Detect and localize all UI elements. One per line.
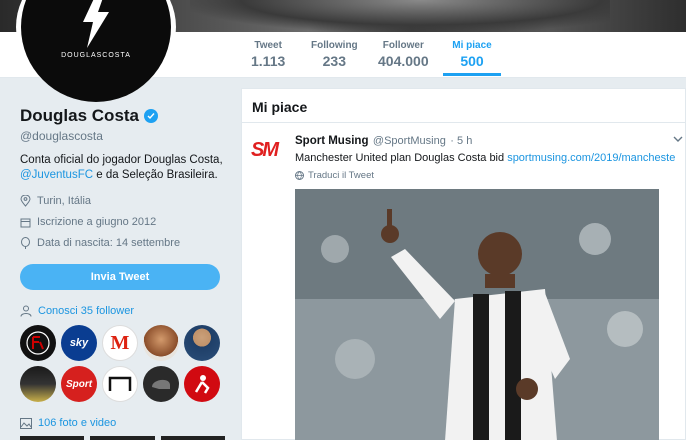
follower-avatar[interactable]: Sport — [61, 366, 97, 402]
bio-text: Conta oficial do jogador Douglas Costa, — [20, 154, 223, 166]
profile-handle[interactable]: @douglascosta — [20, 129, 230, 143]
profile-name[interactable]: Douglas Costa — [20, 106, 139, 126]
stat-tweet[interactable]: Tweet 1.113 — [251, 40, 285, 69]
tweet-body: Sport Musing @SportMusing · 5 h Manchest… — [295, 131, 675, 181]
lightning-bolt-icon — [83, 0, 109, 48]
stat-value: 1.113 — [251, 53, 286, 69]
calendar-icon — [20, 218, 31, 227]
stat-label: Follower — [382, 40, 424, 51]
chevron-down-icon[interactable] — [673, 135, 683, 143]
follower-avatar[interactable] — [184, 366, 220, 402]
birthday-text: Data di nascita: 14 settembre — [37, 237, 181, 249]
location-pin-icon — [20, 195, 31, 207]
tweet-link[interactable]: sportmusing.com/2019/mancheste... — [507, 152, 675, 164]
tweet-photo[interactable] — [295, 189, 659, 440]
follower-avatar[interactable] — [143, 366, 179, 402]
stat-value: 404.000 — [378, 53, 429, 69]
timeline-title: Mi piace — [242, 89, 685, 123]
tweet-author-name[interactable]: Sport Musing — [295, 135, 368, 147]
banner-photo — [190, 0, 610, 32]
stat-label: Tweet — [254, 40, 282, 51]
followers-you-know-link[interactable]: Conosci 35 follower — [20, 305, 134, 317]
stat-value: 500 — [460, 53, 484, 69]
joined-row: Iscrizione a giugno 2012 — [20, 216, 230, 228]
follower-avatar[interactable] — [143, 325, 179, 361]
profile-bio: Conta oficial do jogador Douglas Costa, … — [20, 153, 230, 183]
stat-following[interactable]: Following 233 — [311, 40, 358, 69]
tweet-author-handle[interactable]: @SportMusing — [373, 135, 446, 147]
photos-videos-link[interactable]: 106 foto e video — [20, 417, 116, 429]
balloon-icon — [21, 237, 30, 249]
photos-videos-label: 106 foto e video — [38, 417, 117, 429]
tweet-header: Sport Musing @SportMusing · 5 h — [295, 131, 675, 149]
flamengo-logo-icon — [26, 331, 50, 355]
stat-value: 233 — [322, 53, 346, 69]
translate-tweet-link[interactable]: Traduci il Tweet — [295, 170, 675, 181]
profile-avatar[interactable]: DOUGLASCOSTA — [16, 0, 176, 102]
location-text: Turin, Itália — [37, 195, 92, 207]
media-thumbnails — [20, 436, 225, 440]
tweet-time[interactable]: · 5 h — [450, 135, 472, 147]
globe-icon — [295, 171, 304, 180]
translate-label: Traduci il Tweet — [308, 170, 374, 181]
stat-likes[interactable]: Mi piace 500 — [443, 40, 501, 76]
tweet-text-content: Manchester United plan Douglas Costa bid — [295, 152, 508, 164]
followers-you-know-label: Conosci 35 follower — [38, 305, 134, 317]
follower-avatar[interactable] — [20, 325, 56, 361]
stat-label: Following — [311, 40, 358, 51]
tweet-text: Manchester United plan Douglas Costa bid… — [295, 152, 675, 164]
avatar-logo: DOUGLASCOSTA — [21, 0, 171, 102]
sky-sport-logo: sky — [69, 337, 89, 349]
birthday-row: Data di nascita: 14 settembre — [20, 237, 230, 249]
media-thumbnail[interactable] — [20, 436, 85, 440]
person-icon — [20, 305, 32, 317]
joined-text: Iscrizione a giugno 2012 — [37, 216, 157, 228]
player-photo-illustration — [295, 189, 659, 440]
goal-icon — [108, 376, 132, 391]
sport-musing-logo[interactable]: SM — [251, 139, 279, 162]
followers-grid: sky M Sport — [20, 325, 225, 402]
follower-avatar[interactable]: M — [102, 325, 138, 361]
image-icon — [20, 417, 32, 429]
stat-follower[interactable]: Follower 404.000 — [378, 40, 429, 69]
media-thumbnail[interactable] — [90, 436, 155, 440]
bundesliga-logo-icon — [194, 375, 210, 394]
bio-text: e da Seleção Brasileira. — [93, 169, 218, 181]
verified-badge-icon — [144, 109, 159, 123]
marca-logo: M — [110, 331, 130, 354]
likes-timeline: Mi piace SM Sport Musing @SportMusing · … — [241, 88, 686, 440]
profile-name-row: Douglas Costa — [20, 106, 230, 126]
follower-avatar[interactable] — [102, 366, 138, 402]
tweet-button[interactable]: Invia Tweet — [20, 264, 220, 290]
follower-avatar[interactable]: sky — [61, 325, 97, 361]
location-row: Turin, Itália — [20, 195, 230, 207]
sport-bild-logo: Sport — [65, 378, 93, 390]
follower-avatar[interactable] — [20, 366, 56, 402]
profile-card: Douglas Costa @douglascosta Conta oficia… — [20, 106, 230, 249]
follower-avatar[interactable] — [184, 325, 220, 361]
avatar-wordmark: DOUGLASCOSTA — [61, 52, 131, 59]
media-thumbnail[interactable] — [160, 436, 225, 440]
stat-label: Mi piace — [452, 40, 492, 51]
bio-mention-link[interactable]: @JuventusFC — [20, 169, 93, 181]
helmet-icon — [152, 379, 170, 389]
